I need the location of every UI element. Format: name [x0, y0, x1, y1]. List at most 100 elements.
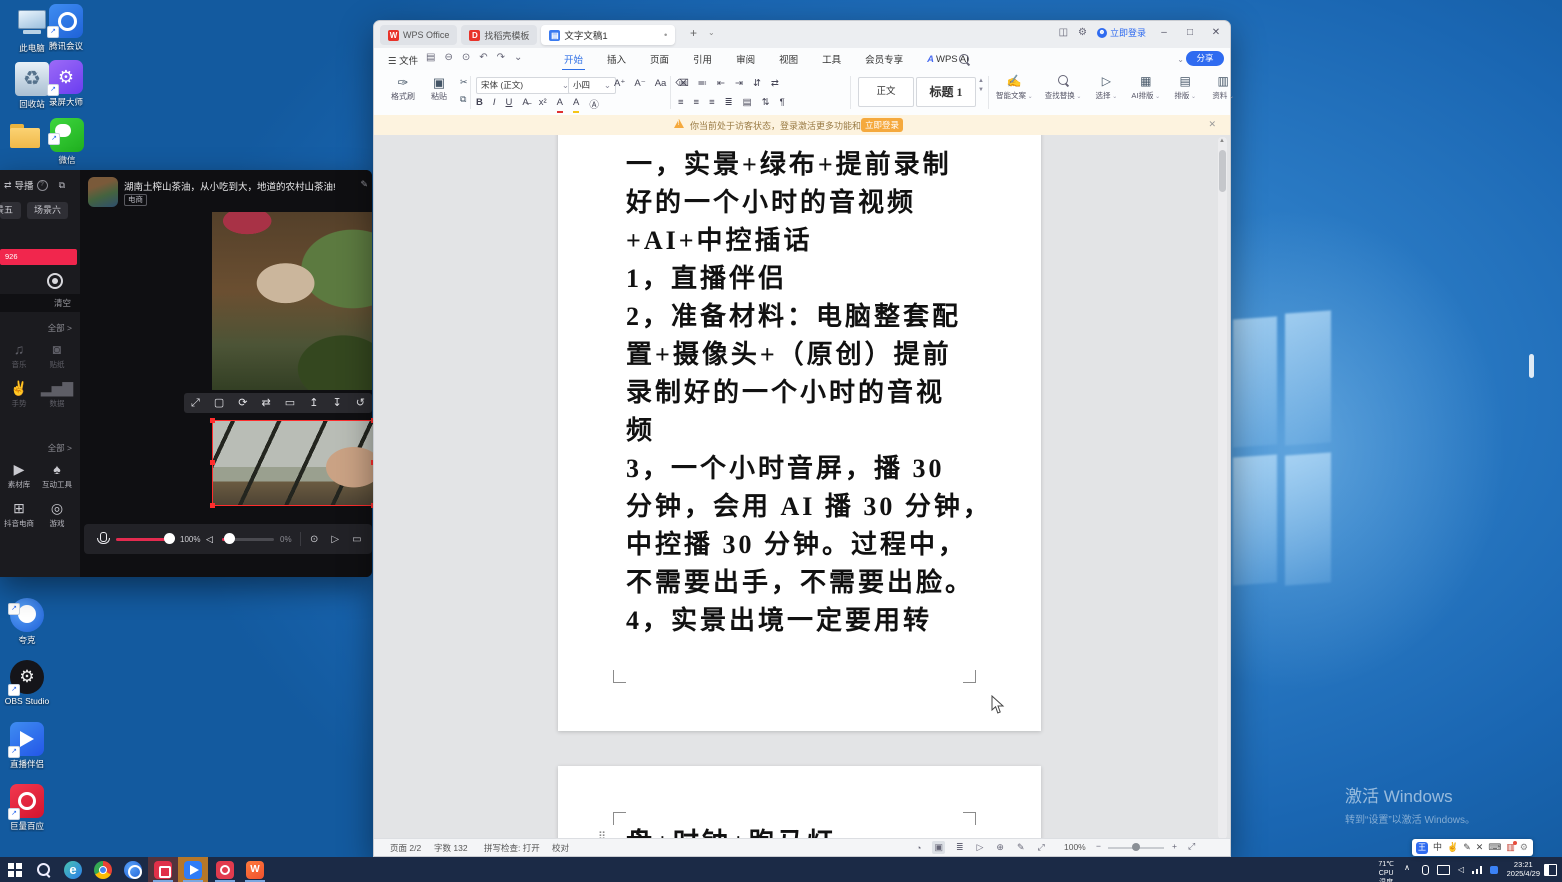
switch-icon[interactable]: ⇄	[4, 180, 12, 191]
style-body[interactable]: 正文	[858, 77, 914, 107]
copy-icon[interactable]: ⧉	[460, 94, 468, 105]
action-center-icon[interactable]	[1544, 864, 1557, 876]
ribbon-tab-引用[interactable]: 引用	[691, 49, 714, 69]
desktop-icon-screen-recorder[interactable]: ⚙录屏大师	[49, 60, 83, 108]
expand-icon[interactable]: ⤢	[191, 393, 200, 413]
edit-title-icon[interactable]: ✎	[360, 179, 368, 190]
align-right-icon[interactable]: ≡	[709, 97, 715, 108]
change-case-icon[interactable]: Aa	[655, 78, 667, 89]
ribbon-tab-插入[interactable]: 插入	[605, 49, 628, 69]
decrease-font-icon[interactable]: A⁻	[634, 78, 645, 89]
resize-handle[interactable]	[210, 418, 215, 423]
font-name-select[interactable]: 宋体 (正文)	[476, 77, 574, 94]
text-direction-icon[interactable]: ⇵	[753, 78, 761, 89]
desktop-icon-obs-studio[interactable]: ⚙OBS Studio	[10, 660, 44, 706]
selected-source-bar[interactable]: 926	[0, 249, 77, 265]
wps-tab-2[interactable]: D找稻壳模板	[461, 25, 537, 45]
undo-icon[interactable]: ↶	[479, 52, 487, 63]
mic-volume-slider[interactable]	[116, 538, 168, 541]
cpu-temp-widget[interactable]: 71℃ CPU温度	[1378, 860, 1394, 882]
scene-tab-2[interactable]: 场景六	[27, 202, 68, 219]
taskbar-chrome[interactable]	[88, 857, 118, 882]
microphone-icon[interactable]	[100, 532, 107, 542]
spellcheck-status[interactable]: 拼写检查: 打开	[484, 842, 540, 854]
tool-ai-layout[interactable]: ▦AI排版	[1131, 74, 1160, 101]
format-painter-button[interactable]: ✑ 格式刷	[386, 75, 420, 102]
preview-video-selected[interactable]	[212, 420, 374, 506]
doc-scrollbar[interactable]: ▲	[1218, 137, 1227, 839]
print-icon[interactable]: ⊖	[444, 52, 452, 63]
char-border-icon[interactable]: Ⓐ	[589, 97, 599, 111]
print-preview-icon[interactable]: ⊙	[462, 52, 470, 63]
tray-mic-icon[interactable]	[1422, 865, 1429, 875]
close-button[interactable]: ✕	[1208, 27, 1224, 38]
tool-material[interactable]: ▥资料	[1210, 74, 1236, 101]
asian-layout-icon[interactable]: ⇄	[771, 78, 779, 89]
workspace-icon[interactable]: ◫	[1059, 27, 1068, 38]
zoom-in-icon[interactable]: +	[1172, 841, 1177, 851]
tool-smart-copy[interactable]: ✍智能文案	[996, 74, 1033, 101]
rail-item-media-library[interactable]: ▶素材库	[0, 460, 38, 490]
fullscreen-icon[interactable]: ⤢	[1188, 841, 1195, 852]
rotate-icon[interactable]: ⟳	[238, 393, 247, 413]
snapshot-icon[interactable]: ⊙	[310, 534, 318, 545]
ribbon-tab-开始[interactable]: 开始	[562, 49, 585, 69]
desktop-icon-folder[interactable]	[8, 118, 42, 152]
clock-widget[interactable]: 23:21 2025/4/29	[1507, 860, 1540, 878]
tool-layout[interactable]: ▤排版	[1172, 74, 1198, 101]
wps-tab-3[interactable]: ▤文字文稿1•	[541, 25, 675, 45]
tray-speaker-icon[interactable]: ◁	[1458, 865, 1464, 874]
screen-share-icon[interactable]: ▭	[352, 534, 361, 545]
taskbar-edge[interactable]: e	[58, 857, 88, 882]
preview-video-main[interactable]	[212, 212, 372, 390]
taskbar-start-button[interactable]	[0, 857, 28, 882]
rail-item-stats[interactable]: ▂▅▇数据	[38, 379, 76, 409]
desktop-icon-meeting-app[interactable]: 腾讯会议	[49, 4, 83, 52]
resize-handle[interactable]	[210, 503, 215, 508]
line-spacing-icon[interactable]: ⇅	[762, 97, 770, 108]
increase-font-icon[interactable]: A⁺	[614, 78, 625, 89]
see-all-link[interactable]: 全部 >	[0, 442, 80, 454]
italic-icon[interactable]: I	[493, 97, 496, 111]
taskbar-live-companion[interactable]	[178, 857, 208, 882]
document-page-1[interactable]: 一，实景+绿布+提前录制好的一个小时的音视频+AI+中控插话1，直播伴侣2，准备…	[558, 135, 1041, 731]
rail-item-ecommerce[interactable]: ⊞抖音电商	[0, 499, 38, 529]
paste-button[interactable]: ▣ 粘贴	[422, 75, 456, 102]
flip-icon[interactable]: ⇄	[262, 393, 271, 413]
indent-icon[interactable]: ⇥	[735, 78, 743, 89]
ime-logo[interactable]: 王	[1416, 842, 1428, 854]
strikethrough-icon[interactable]: A̶	[522, 97, 528, 111]
rail-item-gesture[interactable]: ✌手势	[0, 379, 38, 409]
tray-expand-icon[interactable]: ∧	[1404, 863, 1410, 872]
underline-icon[interactable]: U	[506, 97, 513, 111]
save-icon[interactable]: ▤	[426, 52, 435, 63]
zoom-slider-knob[interactable]	[1132, 843, 1140, 851]
ribbon-tab-会员专享[interactable]: 会员专享	[863, 49, 905, 69]
read-mode-icon[interactable]: ◔	[914, 842, 923, 854]
notice-login-button[interactable]: 立即登录	[861, 118, 903, 132]
mic-volume-knob[interactable]	[164, 533, 175, 544]
popout-icon[interactable]: ⧉	[59, 180, 65, 191]
ime-mode-cn[interactable]: 中	[1433, 839, 1442, 856]
outline-icon[interactable]: ≣	[954, 841, 966, 854]
word-count[interactable]: 字数 132	[434, 842, 468, 854]
outdent-icon[interactable]: ⇤	[717, 78, 725, 89]
scroll-up-icon[interactable]: ▲	[1219, 138, 1225, 144]
align-center-icon[interactable]: ≡	[694, 97, 700, 108]
cut-icon[interactable]: ✂	[460, 77, 468, 88]
ime-close-icon[interactable]: ✕	[1476, 839, 1484, 856]
rail-item-sticker[interactable]: ◙贴纸	[38, 340, 76, 370]
record-icon[interactable]: ▷	[331, 534, 339, 545]
play-icon[interactable]: ▷	[975, 841, 986, 854]
rail-item-music[interactable]: ♫音乐	[0, 340, 38, 370]
notice-close-icon[interactable]: ✕	[1208, 119, 1216, 130]
ime-pen-icon[interactable]: ✎	[1463, 839, 1471, 856]
tray-network-icon[interactable]	[1472, 866, 1482, 874]
bold-icon[interactable]: B	[476, 97, 483, 111]
desktop-icon-live-companion[interactable]: 直播伴侣	[10, 722, 44, 770]
proofread-button[interactable]: 校对	[552, 842, 569, 854]
justify-icon[interactable]: ≣	[725, 97, 733, 108]
scrollbar-thumb[interactable]	[1219, 150, 1226, 192]
style-heading1[interactable]: 标题 1	[916, 77, 976, 107]
tray-display-icon[interactable]	[1437, 865, 1450, 875]
